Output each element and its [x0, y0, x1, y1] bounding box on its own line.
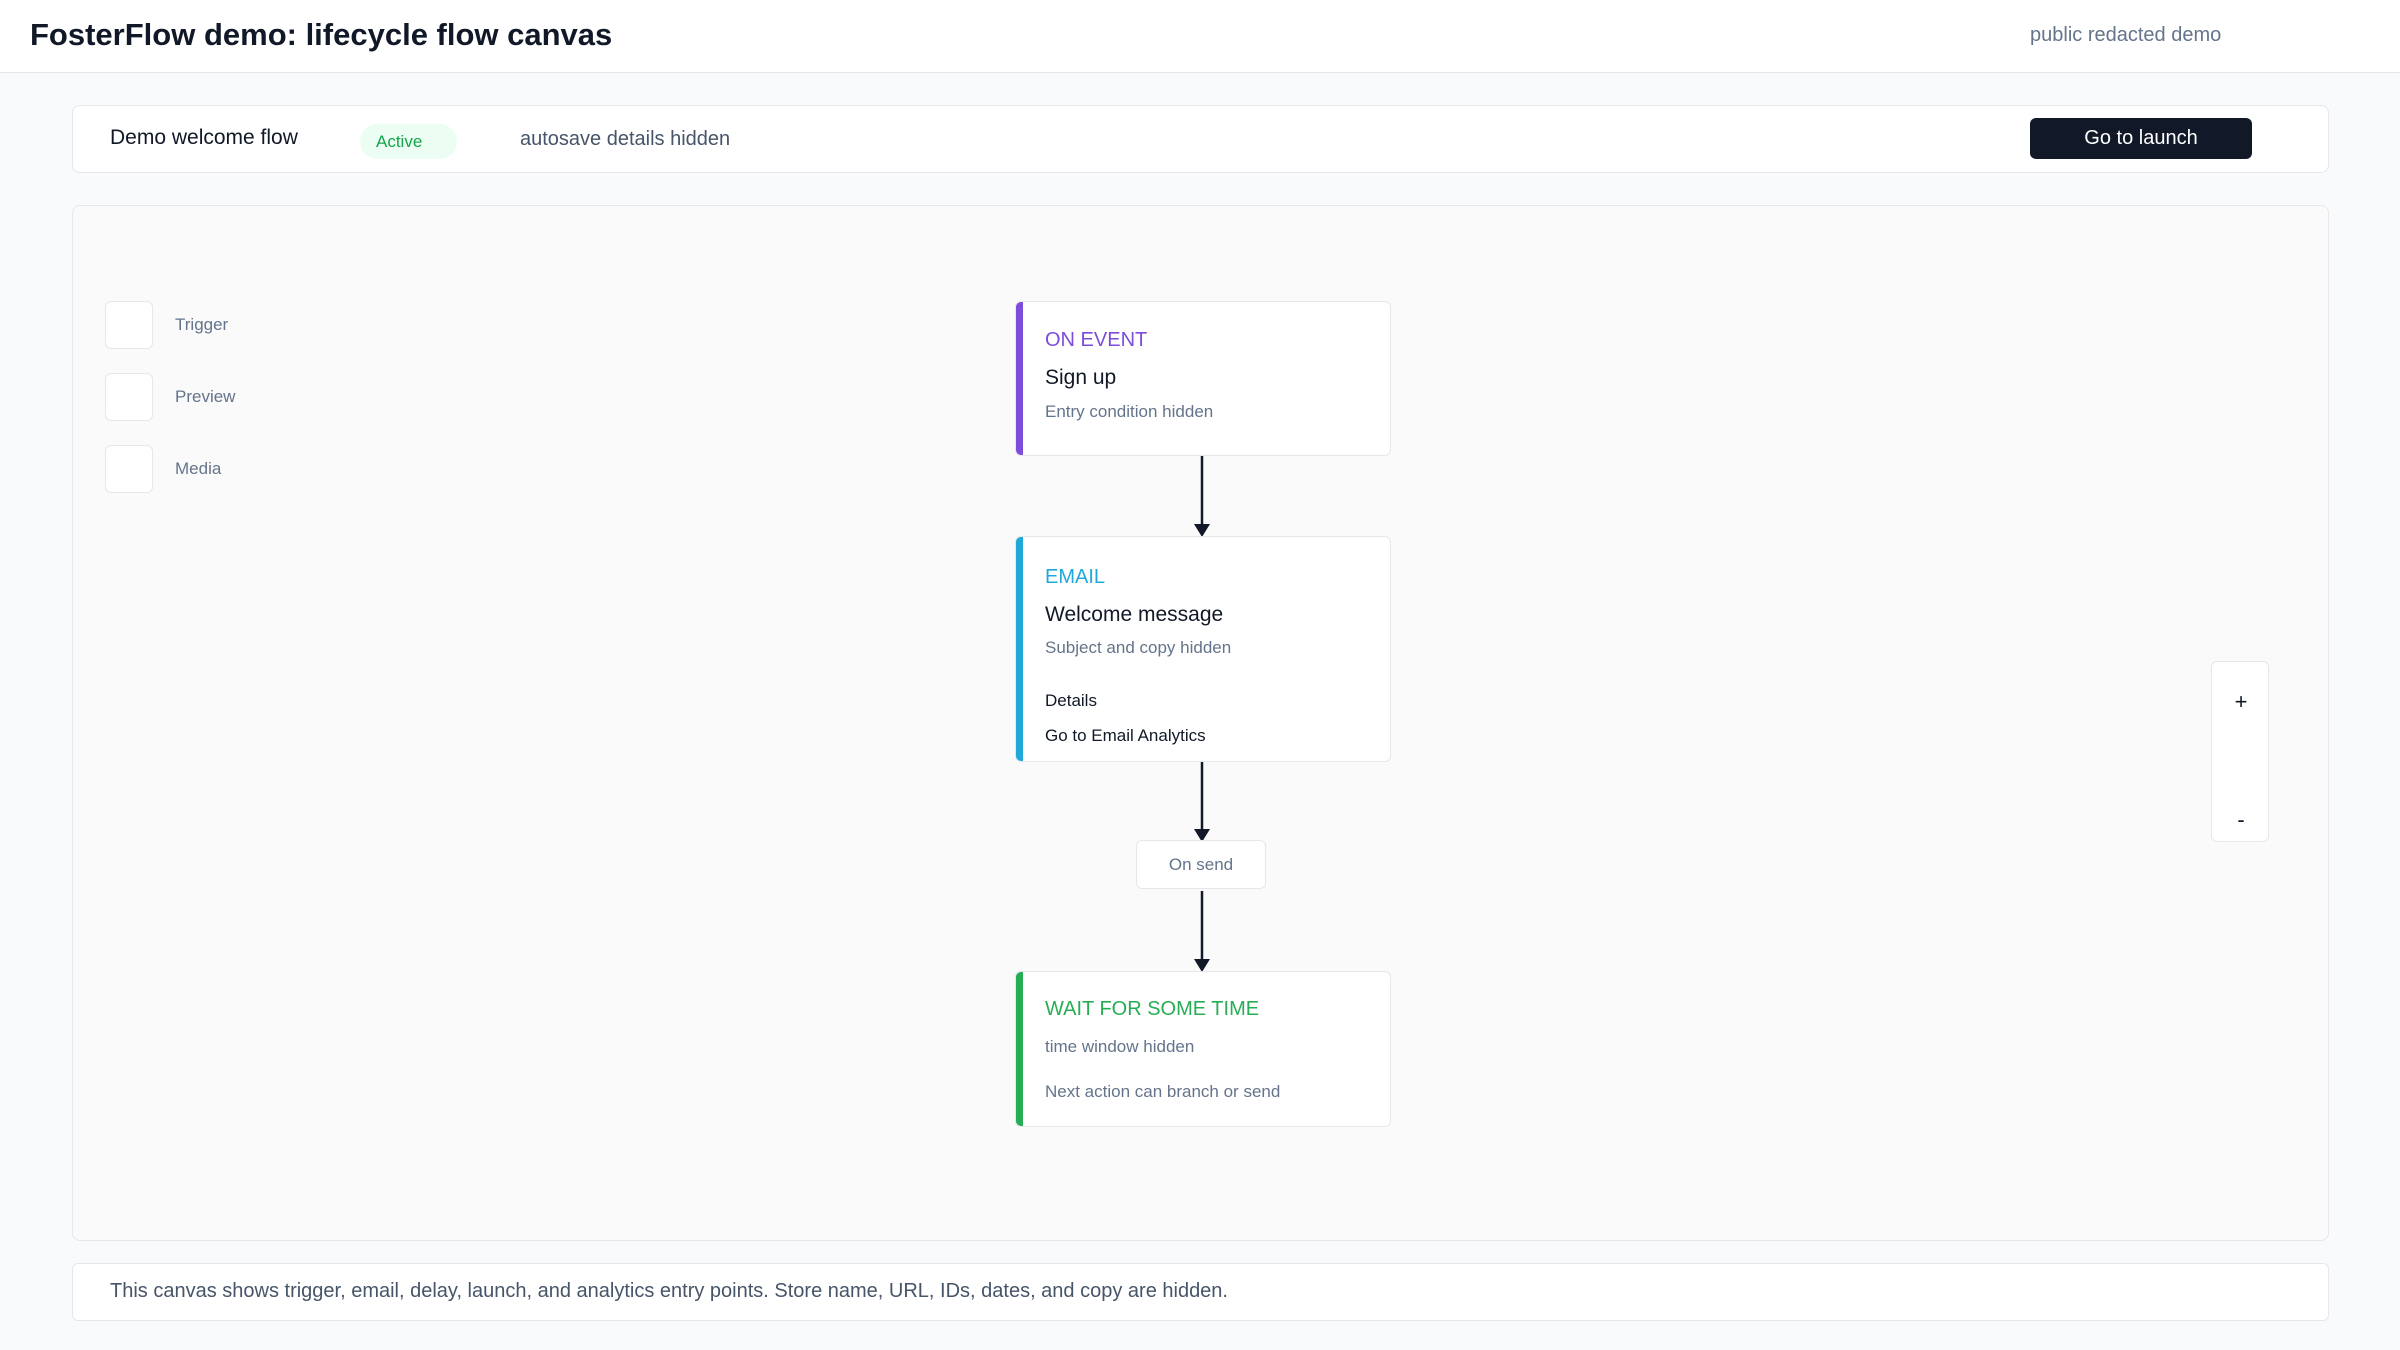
zoom-in-button[interactable]: + [2212, 682, 2270, 722]
email-details-link[interactable]: Details [1045, 691, 1097, 711]
edge-label-on-send[interactable]: On send [1136, 840, 1266, 889]
node-kind-label: ON EVENT [1045, 329, 1148, 351]
email-analytics-link[interactable]: Go to Email Analytics [1045, 726, 1206, 746]
node-title: Welcome message [1045, 603, 1224, 626]
node-subtitle: Entry condition hidden [1045, 402, 1214, 421]
footer-note: This canvas shows trigger, email, delay,… [72, 1263, 2329, 1321]
flow-header-bar: Demo welcome flow Active autosave detail… [72, 105, 2329, 173]
wait-node[interactable]: WAIT FOR SOME TIME time window hidden Ne… [1015, 971, 1391, 1127]
zoom-controls: + - [2211, 661, 2269, 842]
node-accent [1016, 302, 1023, 455]
node-subtitle: Subject and copy hidden [1045, 638, 1232, 657]
flow-canvas[interactable]: Trigger Preview Media ON EVENT Sign up E… [72, 205, 2329, 1241]
status-badge: Active [360, 124, 457, 159]
demo-note: public redacted demo [2030, 24, 2222, 46]
zoom-out-button[interactable]: - [2212, 800, 2270, 840]
node-next-action: Next action can branch or send [1045, 1082, 1281, 1101]
footer-text: This canvas shows trigger, email, delay,… [110, 1280, 1228, 1302]
node-accent [1016, 972, 1023, 1126]
top-bar: FosterFlow demo: lifecycle flow canvas p… [0, 0, 2400, 73]
node-subtitle: time window hidden [1045, 1037, 1195, 1056]
go-to-launch-button[interactable]: Go to launch [2030, 118, 2252, 159]
flow-name: Demo welcome flow [110, 126, 298, 149]
node-kind-label: WAIT FOR SOME TIME [1045, 998, 1260, 1020]
node-accent [1016, 537, 1023, 761]
node-kind-label: EMAIL [1045, 566, 1106, 588]
trigger-node[interactable]: ON EVENT Sign up Entry condition hidden [1015, 301, 1391, 456]
page-title: FosterFlow demo: lifecycle flow canvas [30, 17, 613, 52]
autosave-status: autosave details hidden [520, 128, 731, 150]
node-title: Sign up [1045, 366, 1117, 389]
email-node[interactable]: EMAIL Welcome message Subject and copy h… [1015, 536, 1391, 762]
